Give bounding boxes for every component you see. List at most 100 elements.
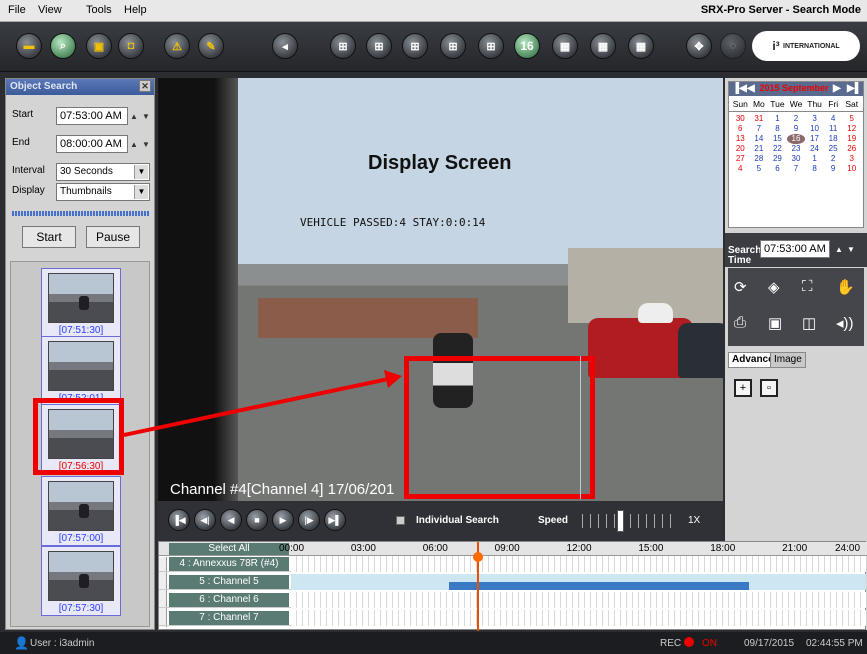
ptz-icon[interactable]: ✥	[686, 33, 712, 59]
search-time-field[interactable]: 07:53:00 AM	[760, 240, 830, 258]
tab-image[interactable]: Image	[770, 352, 806, 368]
channel-label[interactable]: 7 : Channel 7	[169, 611, 289, 625]
timeline-cursor-handle[interactable]	[473, 552, 483, 562]
calendar-day[interactable]: 1	[768, 114, 787, 124]
menu-tools[interactable]: Tools	[86, 4, 112, 16]
audio-icon[interactable]: ◂	[272, 33, 298, 59]
rewind-icon[interactable]: ◀	[220, 509, 242, 531]
select-all-button[interactable]: Select All	[169, 543, 289, 555]
thumbnail[interactable]: [07:57:00]	[41, 476, 121, 546]
sync-icon[interactable]: ⟳	[734, 278, 747, 296]
calendar-day[interactable]: 9	[787, 124, 806, 134]
end-time-stepper[interactable]: ▲ ▼	[128, 135, 152, 153]
channel-row[interactable]: 7 : Channel 7	[159, 610, 867, 626]
layout-25-icon[interactable]: ▦	[552, 33, 578, 59]
play-icon[interactable]: ▶	[272, 509, 294, 531]
backup-icon[interactable]: ▣	[86, 33, 112, 59]
lock-icon[interactable]: ◘	[118, 33, 144, 59]
speed-slider-handle[interactable]	[617, 510, 624, 532]
layout-9-icon[interactable]: ⊞	[478, 33, 504, 59]
live-view-icon[interactable]: ▬	[16, 33, 42, 59]
zoom-region-icon[interactable]: ▫	[760, 379, 778, 397]
thumbnail[interactable]: [07:57:30]	[41, 546, 121, 616]
calendar-day[interactable]: 17	[805, 134, 824, 144]
menu-help[interactable]: Help	[124, 4, 147, 16]
menu-view[interactable]: View	[38, 4, 62, 16]
calendar-day[interactable]: 31	[750, 114, 769, 124]
calendar-day[interactable]: 28	[750, 154, 769, 164]
thumbnail[interactable]: [07:52:01]	[41, 336, 121, 406]
interval-select[interactable]: 30 Seconds ▼	[56, 163, 150, 181]
calendar-day[interactable]: 4	[824, 114, 843, 124]
calendar-day[interactable]: 24	[805, 144, 824, 154]
calendar-day[interactable]: 10	[805, 124, 824, 134]
calendar-day[interactable]: 1	[805, 154, 824, 164]
thumbnail[interactable]: [07:51:30]	[41, 268, 121, 338]
skip-end-icon[interactable]: ▶▌	[324, 509, 346, 531]
stop-icon[interactable]: ■	[246, 509, 268, 531]
display-select[interactable]: Thumbnails ▼	[56, 183, 150, 201]
fullscreen-icon[interactable]: ⛶	[802, 278, 813, 295]
layout-8-icon[interactable]: ⊞	[440, 33, 466, 59]
channel-row[interactable]: 6 : Channel 6	[159, 592, 867, 608]
calendar-day[interactable]: 4	[731, 164, 750, 174]
save-icon[interactable]: ▣	[768, 314, 782, 332]
calendar-day[interactable]: 5	[842, 114, 861, 124]
book-icon[interactable]: ◫	[802, 314, 816, 332]
calendar-day[interactable]: 7	[787, 164, 806, 174]
channel-label[interactable]: 6 : Channel 6	[169, 593, 289, 607]
calendar-day[interactable]: 8	[768, 124, 787, 134]
calendar-day[interactable]: 8	[805, 164, 824, 174]
recording-segment[interactable]	[449, 582, 749, 590]
menu-file[interactable]: File	[8, 4, 26, 16]
layout-4-icon[interactable]: ⊞	[366, 33, 392, 59]
refresh-icon[interactable]: ◌	[720, 33, 746, 59]
start-time-field[interactable]: 07:53:00 AM	[56, 107, 128, 125]
layout-1-icon[interactable]: ⊞	[330, 33, 356, 59]
next-year-icon[interactable]: ▶▌	[847, 83, 862, 94]
calendar-day[interactable]: 27	[731, 154, 750, 164]
pause-button[interactable]: Pause	[86, 226, 140, 248]
calendar-day[interactable]: 29	[768, 154, 787, 164]
prev-year-icon[interactable]: ▐◀	[732, 83, 747, 94]
timeline[interactable]: Select All 00:00 03:00 06:00 09:00 12:00 15:0…	[158, 541, 867, 631]
volume-icon[interactable]: ◂))	[836, 314, 854, 332]
close-icon[interactable]: ✕	[139, 80, 151, 92]
calendar-day[interactable]: 11	[824, 124, 843, 134]
start-button[interactable]: Start	[22, 226, 76, 248]
calendar-day[interactable]: 23	[787, 144, 806, 154]
calendar-day[interactable]: 13	[731, 134, 750, 144]
layout-6-icon[interactable]: ⊞	[402, 33, 428, 59]
calendar-day[interactable]: 30	[731, 114, 750, 124]
calendar-day[interactable]: 22	[768, 144, 787, 154]
prev-month-icon[interactable]: ◀	[747, 83, 755, 94]
calendar-day[interactable]: 12	[842, 124, 861, 134]
channel-track[interactable]	[291, 556, 866, 572]
search-icon[interactable]: ⌕	[50, 33, 76, 59]
search-region-box[interactable]	[404, 356, 595, 499]
calendar-day[interactable]: 6	[731, 124, 750, 134]
calendar-day[interactable]: 21	[750, 144, 769, 154]
calendar-day[interactable]: 5	[750, 164, 769, 174]
calendar-day[interactable]: 25	[824, 144, 843, 154]
layers-icon[interactable]: ◈	[768, 278, 780, 296]
calendar-day[interactable]: 9	[824, 164, 843, 174]
next-month-icon[interactable]: ▶	[833, 83, 841, 94]
step-forward-icon[interactable]: |▶	[298, 509, 320, 531]
calendar-day[interactable]: 2	[824, 154, 843, 164]
search-time-stepper[interactable]: ▲ ▼	[833, 240, 857, 258]
layout-16-button[interactable]: 16	[514, 33, 540, 59]
calendar-day[interactable]: 30	[787, 154, 806, 164]
channel-track[interactable]	[291, 592, 866, 608]
video-display[interactable]: Display Screen VEHICLE PASSED:4 STAY:0:0…	[158, 78, 723, 501]
note-icon[interactable]: ✎	[198, 33, 224, 59]
calendar[interactable]: ▐◀ ◀ 2015 September ▶ ▶▌ Sun Mo Tue We T…	[728, 81, 864, 228]
channel-track[interactable]	[291, 610, 866, 626]
skip-start-icon[interactable]: ▐◀	[168, 509, 190, 531]
calendar-day[interactable]: 2	[787, 114, 806, 124]
calendar-day[interactable]: 14	[750, 134, 769, 144]
calendar-day[interactable]: 3	[805, 114, 824, 124]
layout-64-icon[interactable]: ▦	[628, 33, 654, 59]
calendar-day[interactable]: 26	[842, 144, 861, 154]
channel-label[interactable]: 5 : Channel 5	[169, 575, 289, 589]
